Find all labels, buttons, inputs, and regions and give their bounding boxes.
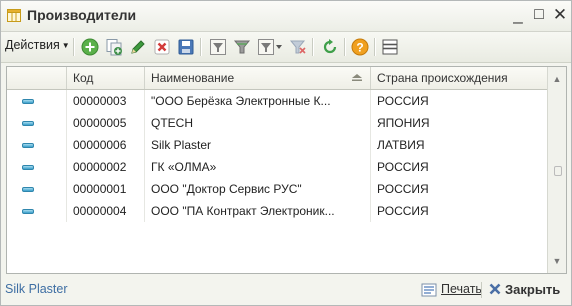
current-item-label: Silk Plaster xyxy=(5,282,68,296)
name-cell: Silk Plaster xyxy=(145,134,371,156)
filter-icon xyxy=(233,40,251,54)
edit-button[interactable] xyxy=(129,38,147,56)
status-bar: Silk Plaster Печать Закрыть xyxy=(1,276,571,304)
row-marker-cell xyxy=(7,112,67,134)
clear-filter-button[interactable] xyxy=(289,38,307,56)
toolbar-divider xyxy=(312,38,314,56)
filter-settings-icon xyxy=(210,39,226,55)
save-button[interactable] xyxy=(177,38,195,56)
filter-list-icon xyxy=(258,39,282,55)
print-label: Печать xyxy=(441,282,482,296)
close-icon xyxy=(489,283,501,295)
item-marker-icon xyxy=(22,99,34,104)
country-cell: ЛАТВИЯ xyxy=(371,134,548,156)
actions-label: Действия xyxy=(5,38,60,52)
chevron-down-icon: ▼ xyxy=(61,41,70,51)
column-header-name-label: Наименование xyxy=(151,71,235,85)
row-marker-cell xyxy=(7,156,67,178)
title-bar: Производители _ □ ✕ xyxy=(1,1,571,32)
item-marker-icon xyxy=(22,209,34,214)
table-icon xyxy=(7,9,21,22)
actions-menu-button[interactable]: Действия ▼ xyxy=(5,38,70,52)
table-row[interactable]: 00000001 ООО "Доктор Сервис РУС" РОССИЯ xyxy=(7,178,548,200)
filter-button[interactable] xyxy=(233,38,251,56)
toolbar-divider xyxy=(73,38,75,56)
svg-text:?: ? xyxy=(356,41,363,55)
clear-filter-icon xyxy=(289,40,306,54)
close-label: Закрыть xyxy=(505,282,561,297)
save-icon xyxy=(178,39,194,55)
window: Производители _ □ ✕ Действия ▼ ? Код Наи… xyxy=(0,0,572,306)
country-cell: ЯПОНИЯ xyxy=(371,112,548,134)
name-cell: ООО "ПА Контракт Электроник... xyxy=(145,200,371,222)
row-marker-cell xyxy=(7,134,67,156)
list-icon xyxy=(382,39,398,55)
item-marker-icon xyxy=(22,165,34,170)
table-header: Код Наименование Страна происхождения xyxy=(7,67,566,90)
table-row[interactable]: 00000004 ООО "ПА Контракт Электроник... … xyxy=(7,200,548,222)
list-view-button[interactable] xyxy=(381,38,399,56)
item-marker-icon xyxy=(22,143,34,148)
column-header-code[interactable]: Код xyxy=(67,67,145,89)
code-cell: 00000004 xyxy=(67,200,145,222)
table-row[interactable]: 00000005 QTECH ЯПОНИЯ xyxy=(7,112,548,134)
window-title: Производители xyxy=(27,7,137,23)
column-header-country[interactable]: Страна происхождения xyxy=(371,67,548,89)
code-cell: 00000003 xyxy=(67,90,145,112)
country-cell: РОССИЯ xyxy=(371,90,548,112)
code-cell: 00000002 xyxy=(67,156,145,178)
column-header-name[interactable]: Наименование xyxy=(145,67,371,89)
toolbar-divider xyxy=(344,38,346,56)
code-cell: 00000005 xyxy=(67,112,145,134)
add-button[interactable] xyxy=(81,38,99,56)
table-row[interactable]: 00000002 ГК «ОЛМА» РОССИЯ xyxy=(7,156,548,178)
copy-button[interactable] xyxy=(105,38,123,56)
toolbar-divider xyxy=(200,38,202,56)
help-icon: ? xyxy=(351,38,369,56)
row-marker-cell xyxy=(7,90,67,112)
refresh-icon xyxy=(323,39,337,54)
country-cell: РОССИЯ xyxy=(371,178,548,200)
table-row[interactable]: 00000006 Silk Plaster ЛАТВИЯ xyxy=(7,134,548,156)
item-marker-icon xyxy=(22,187,34,192)
country-cell: РОССИЯ xyxy=(371,200,548,222)
code-cell: 00000001 xyxy=(67,178,145,200)
print-icon xyxy=(421,283,437,297)
toolbar-divider xyxy=(374,38,376,56)
delete-icon xyxy=(154,39,170,55)
code-cell: 00000006 xyxy=(67,134,145,156)
scroll-grip-icon[interactable] xyxy=(554,166,562,176)
name-cell: QTECH xyxy=(145,112,371,134)
toolbar: Действия ▼ ? xyxy=(1,32,571,63)
producers-table: Код Наименование Страна происхождения 00… xyxy=(6,66,567,274)
copy-icon xyxy=(106,39,122,56)
filter-settings-button[interactable] xyxy=(209,38,227,56)
maximize-button[interactable]: □ xyxy=(530,4,548,26)
scroll-up-icon[interactable]: ▲ xyxy=(548,70,566,88)
filter-list-button[interactable] xyxy=(257,38,283,56)
refresh-button[interactable] xyxy=(321,38,339,56)
name-cell: "ООО Берёзка Электронные К... xyxy=(145,90,371,112)
name-cell: ГК «ОЛМА» xyxy=(145,156,371,178)
row-marker-cell xyxy=(7,200,67,222)
close-window-button[interactable]: ✕ xyxy=(551,4,569,26)
status-divider xyxy=(481,282,482,298)
minimize-button[interactable]: _ xyxy=(509,4,527,26)
scroll-down-icon[interactable]: ▼ xyxy=(548,252,566,270)
help-button[interactable]: ? xyxy=(351,38,369,56)
country-cell: РОССИЯ xyxy=(371,156,548,178)
name-cell: ООО "Доктор Сервис РУС" xyxy=(145,178,371,200)
table-row[interactable]: 00000003 "ООО Берёзка Электронные К... Р… xyxy=(7,90,548,112)
item-marker-icon xyxy=(22,121,34,126)
vertical-scrollbar[interactable]: ▲ ▼ xyxy=(547,67,566,273)
row-marker-cell xyxy=(7,178,67,200)
column-header-marker[interactable] xyxy=(7,67,67,89)
delete-button[interactable] xyxy=(153,38,171,56)
add-icon xyxy=(81,38,99,56)
sort-ascending-icon xyxy=(352,74,362,81)
edit-icon xyxy=(131,40,145,54)
